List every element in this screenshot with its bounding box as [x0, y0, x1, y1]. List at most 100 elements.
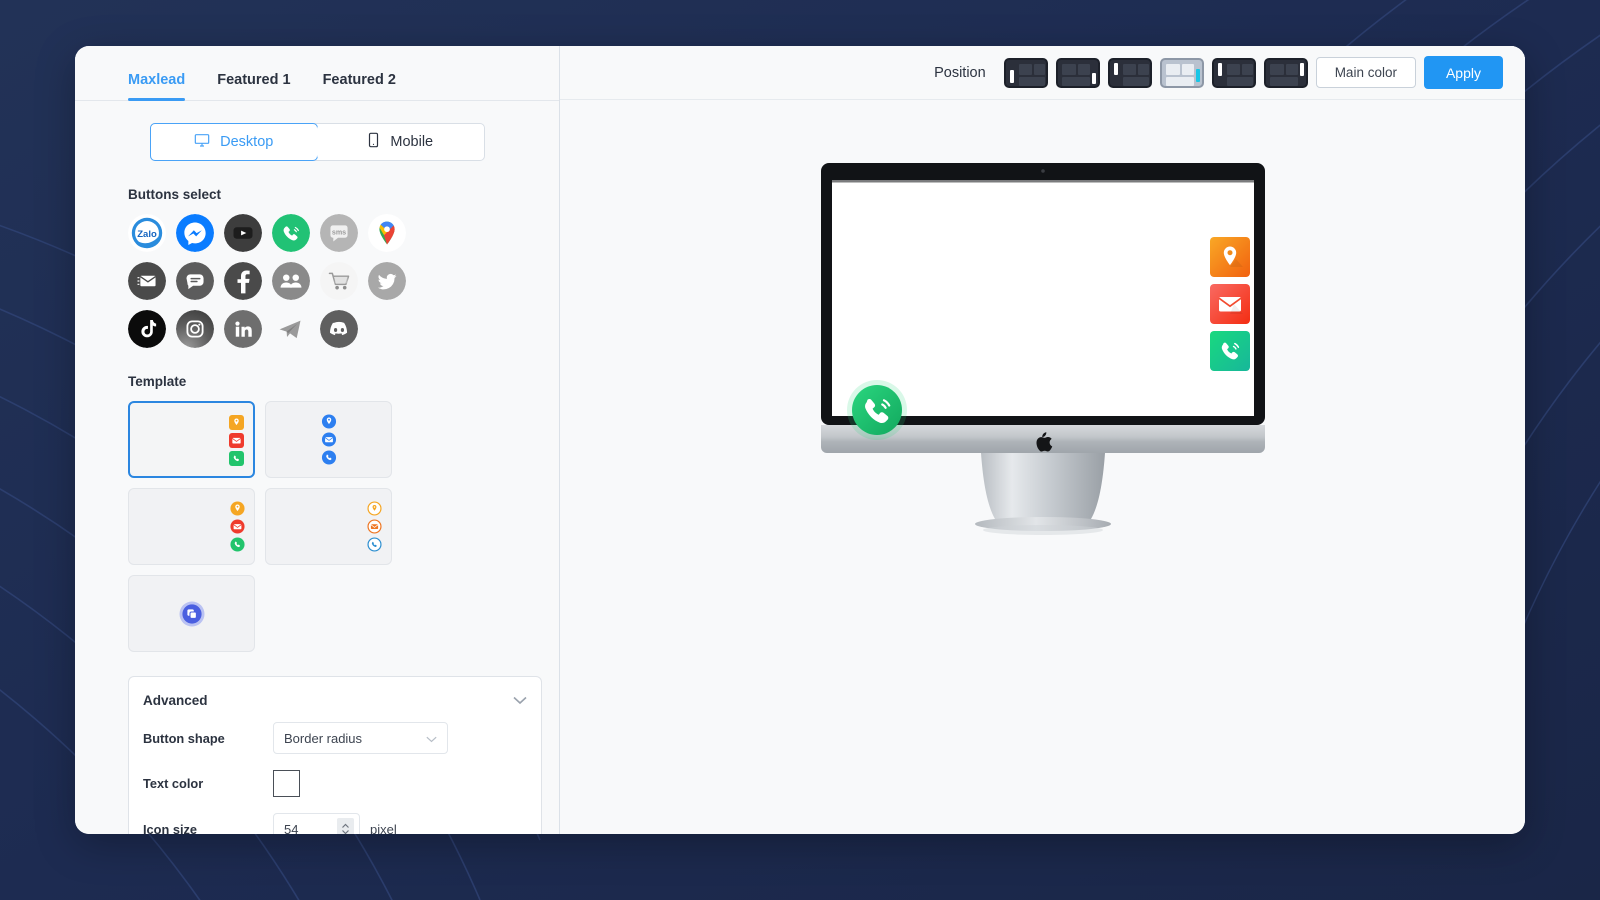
- imac-desktop-mockup: [818, 156, 1268, 541]
- linkedin-icon[interactable]: [224, 310, 262, 348]
- template-single-bubble[interactable]: [128, 575, 255, 652]
- sms-icon[interactable]: sms: [320, 214, 358, 252]
- main-color-label: Main color: [1334, 65, 1397, 80]
- map-pin-icon: [367, 501, 382, 516]
- preview-floating-button-left: [846, 379, 908, 446]
- facebook-icon[interactable]: [224, 262, 262, 300]
- apply-button[interactable]: Apply: [1423, 56, 1503, 89]
- preview-floating-buttons-right: [1209, 237, 1250, 371]
- position-left-top-2[interactable]: [1211, 57, 1256, 88]
- position-right-bottom[interactable]: [1055, 57, 1100, 88]
- device-toggle-mobile[interactable]: Mobile: [317, 124, 484, 160]
- viber-call-icon[interactable]: [272, 214, 310, 252]
- email-icon: [229, 433, 244, 448]
- tab-maxlead-label: Maxlead: [128, 72, 186, 88]
- icon-size-label: Icon size: [143, 821, 198, 835]
- chevron-down-icon: [426, 731, 437, 746]
- preview-panel: Position Main color Apply: [560, 46, 1525, 834]
- position-left-middle[interactable]: [1003, 57, 1048, 88]
- chat-bubble-icon[interactable]: [176, 262, 214, 300]
- phone-call-button[interactable]: [1209, 331, 1250, 371]
- apply-label: Apply: [1445, 64, 1481, 81]
- phone-icon: [321, 450, 336, 465]
- device-toggle-wrap: Desktop Mobile: [75, 101, 559, 161]
- discord-icon[interactable]: [320, 310, 358, 348]
- google-maps-icon[interactable]: [368, 214, 406, 252]
- advanced-header[interactable]: Advanced: [129, 693, 541, 722]
- email-icon: [321, 432, 336, 447]
- row-button-shape: Button shape Border radius: [129, 722, 541, 770]
- main-color-button[interactable]: Main color: [1315, 57, 1416, 88]
- advanced-title: Advanced: [143, 693, 208, 708]
- advanced-panel: Advanced Button shape Border radius Text…: [128, 676, 542, 834]
- button-shape-label: Button shape: [143, 730, 225, 746]
- button-shape-value: Border radius: [284, 730, 363, 746]
- template-grid: [75, 389, 495, 652]
- chevron-down-icon[interactable]: [513, 693, 527, 708]
- svg-text:Zalo: Zalo: [137, 229, 157, 240]
- tab-featured-2-label: Featured 2: [322, 72, 396, 88]
- icon-size-value: 54: [284, 821, 299, 835]
- svg-text:sms: sms: [332, 228, 346, 236]
- template-round-color-right[interactable]: [128, 488, 255, 565]
- tab-featured-2[interactable]: Featured 2: [323, 72, 396, 100]
- template-icon-stack: [367, 501, 382, 552]
- device-toggle-desktop[interactable]: Desktop: [149, 123, 318, 161]
- row-icon-size: Icon size 54 pixel: [129, 813, 541, 834]
- imac-frame: [820, 163, 1265, 535]
- tab-featured-1-label: Featured 1: [217, 72, 291, 88]
- settings-scroll-area[interactable]: Maxlead Featured 1 Featured 2 Desktop Mo…: [75, 46, 559, 834]
- preview-toolbar: Position Main color Apply: [560, 46, 1525, 100]
- template-outline-right[interactable]: [265, 488, 392, 565]
- buttons-select-grid: Zalo sms: [75, 202, 495, 348]
- youtube-icon[interactable]: [224, 214, 262, 252]
- app-window: Maxlead Featured 1 Featured 2 Desktop Mo…: [75, 46, 1525, 834]
- tiktok-icon[interactable]: [128, 310, 166, 348]
- mobile-phone-icon: [367, 132, 380, 152]
- map-pin-icon: [230, 501, 245, 516]
- map-pin-icon: [321, 414, 336, 429]
- twitter-icon[interactable]: [368, 262, 406, 300]
- template-square-right[interactable]: [128, 401, 255, 478]
- tab-featured-1[interactable]: Featured 1: [217, 72, 290, 100]
- phone-icon: [230, 537, 245, 552]
- tab-maxlead[interactable]: Maxlead: [128, 72, 186, 101]
- settings-panel: Maxlead Featured 1 Featured 2 Desktop Mo…: [75, 46, 560, 834]
- button-shape-select[interactable]: Border radius: [273, 722, 448, 754]
- email-icon[interactable]: [128, 262, 166, 300]
- map-pin-icon: [229, 415, 244, 430]
- icon-size-input[interactable]: 54: [273, 813, 360, 834]
- row-text-color: Text color: [129, 770, 541, 813]
- icon-size-stepper[interactable]: [337, 818, 354, 834]
- tab-bar: Maxlead Featured 1 Featured 2: [75, 72, 559, 101]
- chat-bubble-icon: [179, 601, 204, 626]
- template-icon-stack: [230, 501, 245, 552]
- phone-call-bubble[interactable]: [846, 379, 908, 441]
- template-round-blue-center[interactable]: [265, 401, 392, 478]
- buttons-select-title: Buttons select: [128, 187, 222, 202]
- phone-icon: [229, 451, 244, 466]
- text-color-label: Text color: [143, 776, 204, 791]
- preview-stage: [560, 100, 1525, 834]
- instagram-icon[interactable]: [176, 310, 214, 348]
- position-right-top[interactable]: [1263, 57, 1308, 88]
- phone-icon: [367, 537, 382, 552]
- email-icon: [367, 519, 382, 534]
- template-title: Template: [128, 374, 187, 389]
- telegram-icon[interactable]: [272, 310, 310, 348]
- device-toggle-mobile-label: Mobile: [390, 134, 434, 150]
- desktop-monitor-icon: [194, 132, 210, 152]
- email-button[interactable]: [1209, 284, 1250, 324]
- map-pin-button[interactable]: [1209, 237, 1250, 277]
- email-icon: [230, 519, 245, 534]
- group-users-icon[interactable]: [272, 262, 310, 300]
- position-left-top[interactable]: [1107, 57, 1152, 88]
- position-right-middle[interactable]: [1159, 57, 1204, 88]
- messenger-icon[interactable]: [176, 214, 214, 252]
- position-label: Position: [934, 64, 986, 81]
- shopping-cart-icon[interactable]: [320, 262, 358, 300]
- device-toggle-desktop-label: Desktop: [220, 134, 274, 150]
- zalo-icon[interactable]: Zalo: [128, 214, 166, 252]
- text-color-swatch[interactable]: [273, 770, 300, 797]
- template-icon-stack: [321, 414, 336, 465]
